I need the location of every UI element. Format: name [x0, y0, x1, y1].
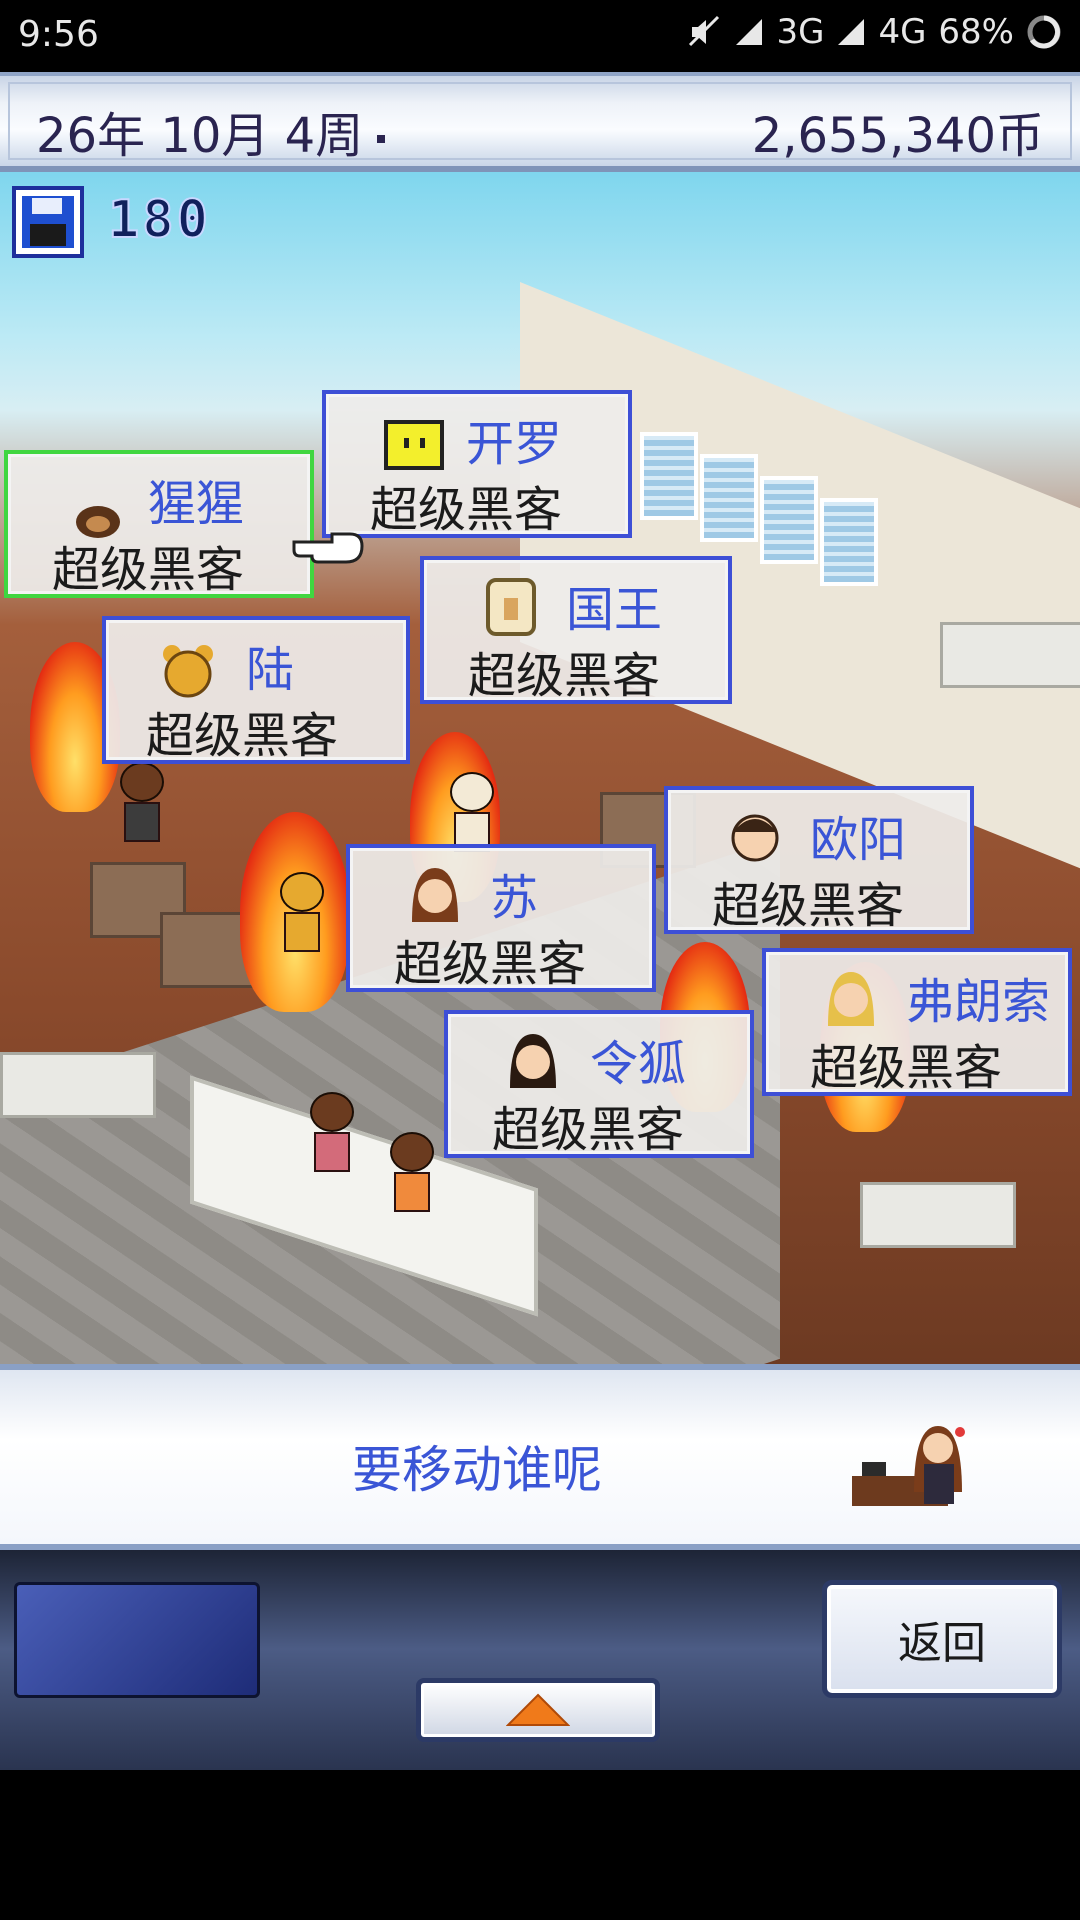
employee-name: 欧阳 [810, 812, 907, 868]
employee-role: 超级黑客 [712, 878, 905, 934]
employee-sprite[interactable] [450, 772, 494, 852]
employee-name: 苏 [490, 870, 539, 926]
employee-card-开罗[interactable]: 开罗 超级黑客 [322, 390, 632, 538]
employee-role: 超级黑客 [394, 936, 587, 992]
employee-name: 开罗 [466, 416, 563, 472]
message-panel: 要移动谁呢 [0, 1364, 1080, 1550]
employee-sprite[interactable] [280, 872, 324, 952]
empty-slot-button[interactable] [14, 1582, 260, 1698]
system-nav-area [0, 1770, 1080, 1920]
shelf [0, 1052, 156, 1118]
back-button[interactable]: 返回 [822, 1580, 1062, 1698]
employee-card-欧阳[interactable]: 欧阳 超级黑客 [664, 786, 974, 934]
employee-role: 超级黑客 [810, 1040, 1003, 1096]
save-icon[interactable] [12, 186, 84, 258]
office-window [700, 454, 758, 542]
receptionist-sprite [310, 1092, 354, 1172]
employee-card-陆[interactable]: 陆 超级黑客 [102, 616, 410, 764]
arrow-up-icon [506, 1693, 570, 1726]
employee-role: 超级黑客 [52, 542, 245, 598]
office-view[interactable]: 180 猩猩 超级黑客 开罗 超级黑客 国王 超级黑客 陆 超级黑客 欧阳 超级… [0, 172, 1080, 1364]
office-window [760, 476, 818, 564]
shelf [860, 1182, 1016, 1248]
status-bar: 9:56 3G 4G 68% [0, 0, 1080, 72]
employee-role: 超级黑客 [492, 1102, 685, 1158]
employee-name: 弗朗索 [906, 974, 1051, 1030]
scroll-up-button[interactable] [416, 1678, 660, 1742]
mute-icon [688, 15, 722, 49]
signal-icon [836, 17, 866, 47]
receptionist-icon [852, 1426, 965, 1506]
shelf [940, 622, 1080, 688]
employee-name: 猩猩 [148, 476, 245, 532]
office-window [820, 498, 878, 586]
pointer-hand-icon [292, 532, 364, 564]
save-count: 180 [107, 189, 211, 251]
status-time: 9:56 [18, 14, 99, 55]
game-header: 26年 10月 4周 2,655,340币 [0, 72, 1080, 172]
woman-avatar-icon [412, 868, 458, 922]
king-avatar-icon [486, 578, 536, 636]
employee-role: 超级黑客 [146, 708, 339, 764]
employee-card-苏[interactable]: 苏 超级黑客 [346, 844, 656, 992]
date-text: 26年 10月 4周 [36, 108, 364, 164]
control-bar: 返回 [0, 1550, 1080, 1770]
employee-card-令狐[interactable]: 令狐 超级黑客 [444, 1010, 754, 1158]
date-display: 26年 10月 4周 [36, 96, 386, 166]
bear-avatar-icon [163, 645, 213, 698]
receptionist-sprite [390, 1132, 434, 1212]
employee-card-弗朗索[interactable]: 弗朗索 超级黑客 [762, 948, 1072, 1096]
woman-dark-hair-avatar-icon [510, 1034, 556, 1088]
employee-name: 陆 [246, 642, 295, 698]
man-avatar-icon [731, 814, 779, 862]
status-icons: 3G 4G 68% [688, 12, 1062, 52]
employee-name: 国王 [566, 582, 663, 638]
employee-card-猩猩[interactable]: 猩猩 超级黑客 [4, 450, 314, 598]
employee-role: 超级黑客 [468, 648, 661, 704]
employee-sprite[interactable] [120, 762, 164, 842]
network-3g-label: 3G [776, 12, 825, 52]
network-4g-label: 4G [878, 12, 927, 52]
battery-percent: 68% [938, 12, 1014, 52]
blonde-avatar-icon [828, 972, 874, 1026]
kairo-robot-avatar-icon [384, 420, 444, 470]
signal-icon [734, 17, 764, 47]
money-display: 2,655,340币 [751, 108, 1044, 164]
office-window [640, 432, 698, 520]
employee-role: 超级黑客 [370, 482, 563, 538]
battery-icon [1026, 14, 1062, 50]
message-text: 要移动谁呢 [352, 1441, 602, 1499]
employee-name: 令狐 [590, 1036, 687, 1092]
employee-card-国王[interactable]: 国王 超级黑客 [420, 556, 732, 704]
